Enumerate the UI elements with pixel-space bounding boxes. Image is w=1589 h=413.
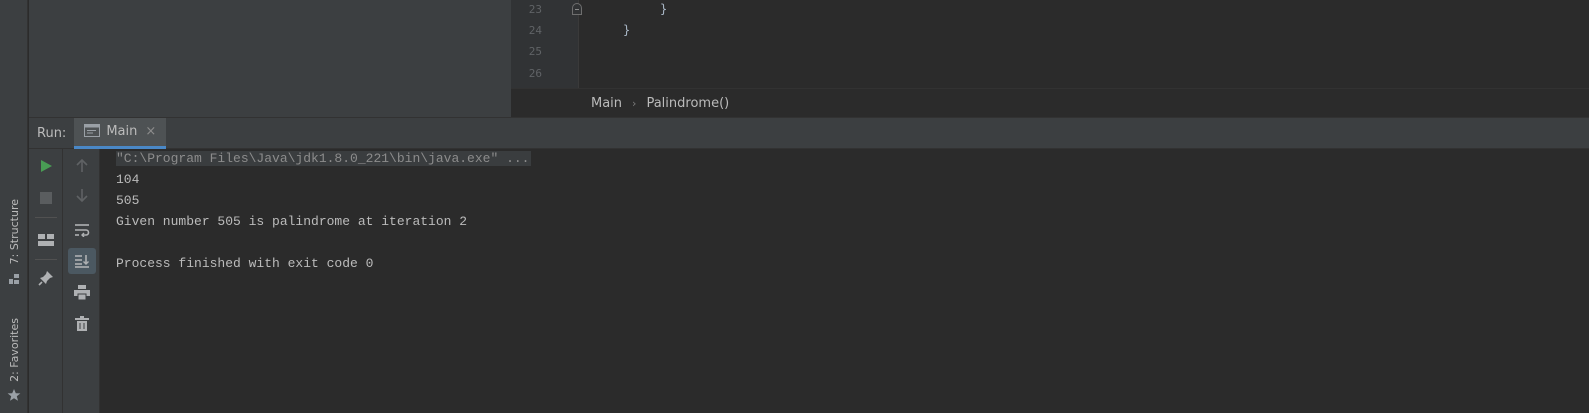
previous-occurrence-button[interactable] (63, 152, 100, 180)
toolbar-separator (35, 259, 57, 260)
code-line: } (660, 2, 668, 16)
breadcrumb-item-main[interactable]: Main (591, 96, 622, 111)
pin-tab-button[interactable] (29, 266, 63, 294)
code-line: } (623, 23, 631, 37)
scroll-to-end-icon (67, 248, 96, 274)
star-icon (7, 387, 21, 406)
console-line-command[interactable]: "C:\Program Files\Java\jdk1.8.0_221\bin\… (116, 151, 532, 166)
left-tool-strip: 7: Structure 2: Favorites (0, 0, 28, 413)
chevron-right-icon: › (632, 96, 637, 110)
run-toolbar-secondary (63, 149, 100, 413)
favorites-tool-tab[interactable]: 2: Favorites (0, 314, 28, 410)
breadcrumb: Main › Palindrome() (511, 88, 1589, 117)
run-tab-main[interactable]: Main × (74, 117, 167, 149)
structure-tool-tab[interactable]: 7: Structure (0, 196, 28, 292)
fold-marker-icon[interactable] (572, 3, 582, 15)
down-arrow-icon (75, 188, 88, 207)
stop-button[interactable] (29, 184, 63, 212)
console-line: Given number 505 is palindrome at iterat… (116, 214, 468, 229)
layout-icon (38, 231, 54, 250)
console-icon (84, 122, 101, 141)
run-tool-window-header: Run: Main × (29, 117, 1589, 149)
rerun-icon (39, 158, 53, 177)
toolbar-separator (35, 217, 57, 218)
trash-icon (74, 315, 89, 335)
close-icon[interactable]: × (145, 124, 156, 139)
structure-tab-label: 7: Structure (7, 198, 21, 265)
run-toolbar-primary (29, 149, 63, 413)
scroll-to-end-button[interactable] (63, 247, 100, 275)
line-number: 26 (528, 67, 542, 80)
up-arrow-icon (75, 157, 88, 176)
next-occurrence-button[interactable] (63, 183, 100, 211)
soft-wrap-icon (74, 222, 90, 241)
line-number: 25 (528, 45, 542, 58)
run-title: Run: (37, 125, 67, 141)
editor-gutter: 23 24 25 26 (511, 0, 582, 88)
line-number: 23 (528, 3, 542, 16)
run-tab-label: Main (106, 124, 138, 139)
restore-layout-button[interactable] (29, 226, 63, 254)
breadcrumb-item-palindrome[interactable]: Palindrome() (646, 96, 729, 111)
favorites-tab-label: 2: Favorites (7, 317, 21, 382)
console-output[interactable]: "C:\Program Files\Java\jdk1.8.0_221\bin\… (101, 149, 1589, 413)
structure-icon (8, 270, 20, 289)
print-icon (73, 284, 90, 304)
rerun-button[interactable] (29, 153, 63, 181)
console-line: Process finished with exit code 0 (116, 256, 374, 271)
clear-all-button[interactable] (63, 311, 100, 339)
console-line: 505 (116, 193, 140, 208)
console-line: 104 (116, 172, 140, 187)
project-panel (29, 0, 511, 117)
stop-icon (40, 189, 52, 208)
line-number: 24 (528, 24, 542, 37)
print-button[interactable] (63, 280, 100, 308)
code-editor[interactable]: 23 24 25 26 } } (511, 0, 1589, 88)
soft-wrap-button[interactable] (63, 217, 100, 245)
pin-icon (38, 270, 54, 290)
